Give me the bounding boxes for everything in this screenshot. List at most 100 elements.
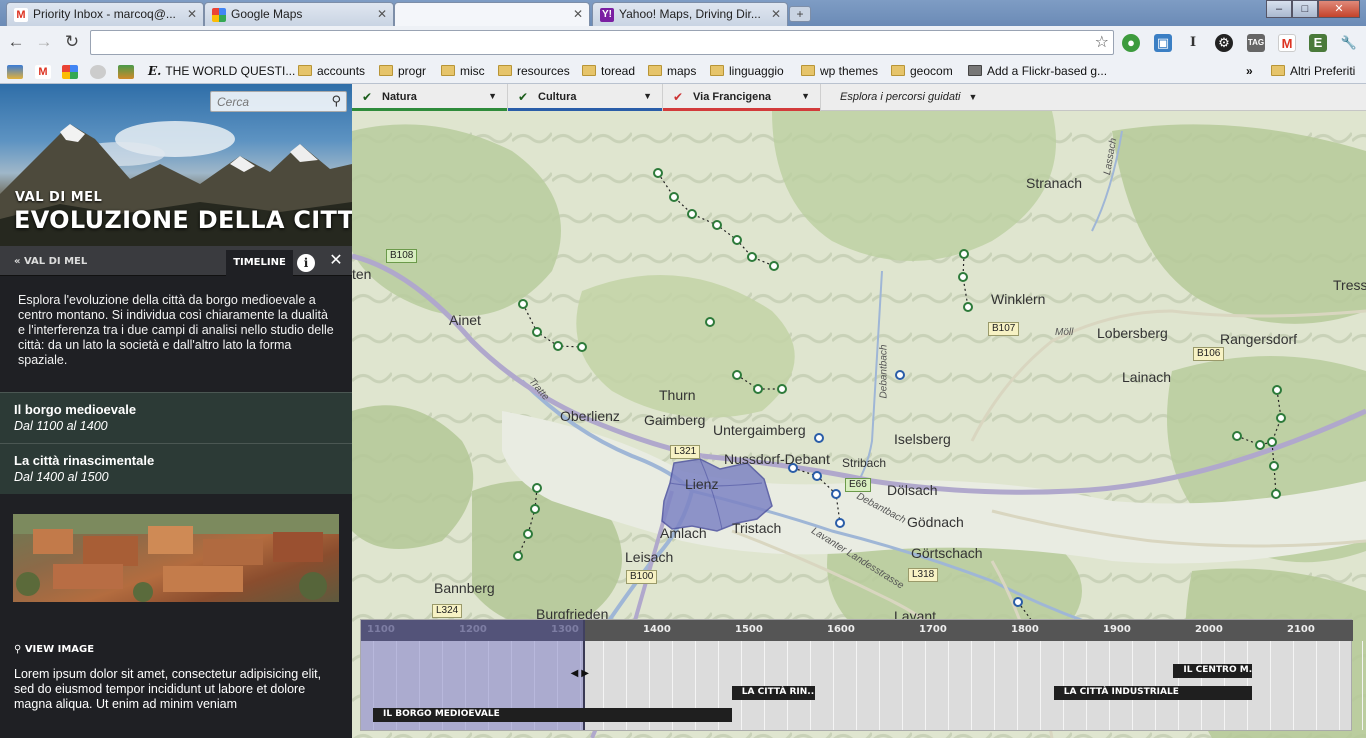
map-label-bannberg: Bannberg [434,580,495,596]
view-image-link[interactable]: ⚲ VIEW IMAGE [14,644,94,655]
wrench-icon[interactable]: 🔧 [1340,34,1358,52]
close-tab-icon[interactable]: ✕ [377,7,387,21]
gmail-checker-icon[interactable]: M [1278,34,1296,52]
info-icon[interactable]: i [297,254,315,272]
period-item-borgo-medioevale[interactable]: Il borgo medioevale Dal 1100 al 1400 [0,392,352,443]
browser-tab-active[interactable]: ✕ [394,2,590,27]
browser-tab-google-maps[interactable]: Google Maps ✕ [204,2,394,26]
tab-timeline[interactable]: TIMELINE [226,250,293,276]
photo-bookmark-icon[interactable] [7,65,23,79]
map-bookmark-icon[interactable] [118,65,134,79]
back-link[interactable]: « VAL DI MEL [14,256,87,267]
bookmark-folder-geocom[interactable]: geocom [891,63,953,81]
reddit-bookmark-icon[interactable] [90,65,106,79]
bookmark-folder-linguaggio[interactable]: linguaggio [710,63,784,81]
instapaper-icon[interactable]: I [1184,34,1202,52]
reload-icon[interactable]: ↻ [62,32,82,52]
bookmark-folder-wp-themes[interactable]: wp themes [801,63,878,81]
google-bookmark-icon[interactable] [62,65,78,79]
timeline-event[interactable]: LA CITTÀ RIN... [731,686,815,700]
timeline-grid-line [833,641,834,730]
road-shield-b107: B107 [988,322,1020,336]
bookmark-label: geocom [910,64,953,78]
yahoo-icon: Y! [600,8,614,22]
gmail-bookmark-icon[interactable]: M [35,65,51,79]
timeline-grid-line [1316,641,1317,730]
timeline-event[interactable]: IL CENTRO M... [1173,664,1252,678]
bookmarks-bar: M E. THE WORLD QUESTI... accounts progr m… [0,59,1366,84]
layer-filter-bar: ✔ Natura ▼ ✔ Cultura ▼ ✔ Via Francigena … [352,84,1366,111]
bookmark-folder-progr[interactable]: progr [379,63,426,81]
timeline-grid-line [948,641,949,730]
filter-natura[interactable]: ✔ Natura ▼ [352,84,508,111]
tab-label: Yahoo! Maps, Driving Dir... [619,7,761,21]
globe-extension-icon[interactable]: ● [1122,34,1140,52]
close-tab-icon[interactable]: ✕ [187,7,197,21]
bookmark-star-icon[interactable]: ☆ [1095,32,1109,52]
close-window-button[interactable]: ✕ [1318,0,1360,18]
timeline-year-label: 2000 [1195,624,1223,635]
guided-tours-label: Esplora i percorsi guidati [840,91,961,103]
filter-via-francigena[interactable]: ✔ Via Francigena ▼ [663,84,821,111]
forward-arrow-icon[interactable]: → [34,32,54,52]
bookmark-folder-accounts[interactable]: accounts [298,63,365,81]
road-shield-l318: L318 [908,568,939,582]
map-label-stranach: Stranach [1026,175,1083,191]
bookmark-folder-misc[interactable]: misc [441,63,485,81]
search-input[interactable]: Cerca ⚲ [210,91,347,112]
folder-icon [298,65,312,76]
address-bar[interactable]: ☆ [90,30,1114,55]
bookmark-folder-resources[interactable]: resources [498,63,570,81]
road-shield-l321: L321 [670,445,701,459]
bookmark-label: toread [601,64,636,78]
folder-icon [710,65,724,76]
map-label-nussdorf-debant: Nussdorf-Debant [724,451,830,467]
image-caption: Lorem ipsum dolor sit amet, consectetur … [14,667,322,711]
town-photo[interactable] [13,514,339,602]
timeline-event[interactable]: IL BORGO MEDIOEVALE [373,708,732,722]
bookmark-flickr[interactable]: Add a Flickr-based g... [968,63,1107,81]
folder-icon [441,65,455,76]
timeline-event[interactable]: LA CITTÀ INDUSTRIALE [1053,686,1252,700]
folder-icon [379,65,393,76]
browser-tab-yahoo-maps[interactable]: Y! Yahoo! Maps, Driving Dir... ✕ [592,2,788,26]
map-label-gaimberg: Gaimberg [644,412,706,428]
bookmark-world-question[interactable]: E. THE WORLD QUESTI... [148,63,295,81]
evernote-icon[interactable]: E [1309,34,1327,52]
timeline-grid-line [902,641,903,730]
timeline-panel[interactable]: 1100120013001400150016001700180019002000… [360,619,1363,731]
tab-label: Priority Inbox - marcoq@... [33,7,176,21]
checkbox-checked-icon[interactable]: ✔ [362,90,372,104]
minimize-button[interactable]: – [1266,0,1292,18]
gear-extension-icon[interactable]: ⚙ [1215,34,1233,52]
guided-tours-dropdown[interactable]: Esplora i percorsi guidati ▼ [840,91,977,103]
town-photo-drawing [13,514,339,602]
window-extension-icon[interactable]: ▣ [1154,34,1172,52]
filter-cultura[interactable]: ✔ Cultura ▼ [508,84,663,111]
bookmark-folder-maps[interactable]: maps [648,63,696,81]
maximize-button[interactable]: □ [1292,0,1318,18]
bookmark-other-favorites[interactable]: Altri Preferiti [1271,63,1355,81]
back-arrow-icon[interactable]: ← [6,32,26,52]
browser-tab-gmail[interactable]: M Priority Inbox - marcoq@... ✕ [6,2,204,26]
period-item-citta-rinascimentale[interactable]: La città rinascimentale Dal 1400 al 1500 [0,443,352,494]
dropdown-arrow-icon[interactable]: ▼ [643,91,652,101]
key-icon: ⚲ [14,644,25,655]
timeline-year-label: 1800 [1011,624,1039,635]
hero-banner: Cerca ⚲ VAL DI MEL EVOLUZIONE DELLA CITT… [0,84,352,246]
bookmarks-overflow-chevron[interactable]: » [1246,63,1253,81]
dropdown-arrow-icon[interactable]: ▼ [488,91,497,101]
close-tab-icon[interactable]: ✕ [573,7,583,21]
search-icon[interactable]: ⚲ [331,93,341,109]
timeline-grid-line [994,641,995,730]
bookmark-folder-toread[interactable]: toread [582,63,635,81]
timeline-resize-handle-icon[interactable]: ◀▶ [571,668,592,679]
close-tab-icon[interactable]: ✕ [771,7,781,21]
checkbox-checked-icon[interactable]: ✔ [518,90,528,104]
dropdown-arrow-icon[interactable]: ▼ [801,91,810,101]
checkbox-checked-icon[interactable]: ✔ [673,90,683,104]
tag-extension-icon[interactable]: TAG [1247,34,1265,52]
new-tab-button[interactable]: + [789,6,811,22]
map-label-lobersberg: Lobersberg [1097,325,1168,341]
close-icon[interactable]: ✕ [327,252,345,270]
